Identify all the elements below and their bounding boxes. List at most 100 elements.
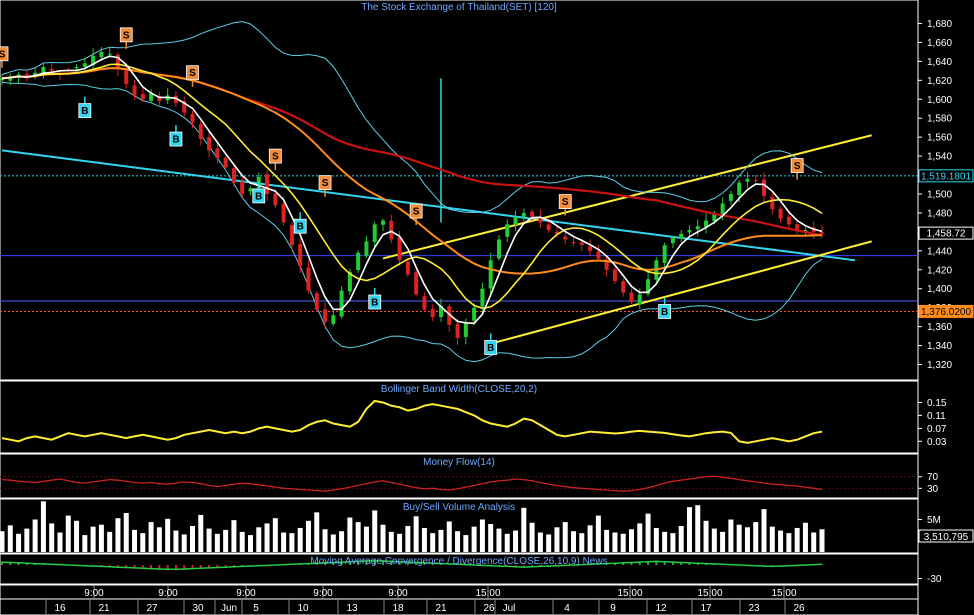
volume-panel[interactable]: Buy/Sell Volume Analysis 5M 3,510,795 — [0, 498, 974, 554]
volume-bar — [231, 520, 237, 552]
candle-body — [463, 322, 468, 337]
volume-bar — [720, 531, 726, 552]
volume-bar — [40, 501, 46, 552]
volume-bar — [413, 516, 419, 552]
candle-body — [621, 281, 626, 293]
volume-bar — [786, 533, 792, 552]
volume-bar — [579, 533, 585, 552]
volume-bar — [305, 520, 311, 552]
bbw-y-tick-label: 0.15 — [927, 398, 947, 409]
candle-body — [314, 293, 319, 310]
candle-body — [356, 252, 361, 271]
bbw-panel[interactable]: Bollinger Band Width(CLOSE,20,2) 0.150.1… — [0, 380, 947, 454]
volume-bar — [7, 525, 13, 552]
candle-body — [786, 216, 791, 225]
mfi-panel-title: Money Flow(14) — [423, 457, 495, 468]
x-date-label: 4 — [564, 603, 570, 614]
price-y-tick-label: 1,500 — [927, 190, 952, 201]
candle-body — [728, 194, 733, 201]
volume-bar — [620, 533, 626, 552]
sell-signal-label: S — [322, 178, 329, 189]
price-y-tick-label: 1,540 — [927, 152, 952, 163]
buy-signal-label: B — [297, 222, 304, 233]
candle-body — [82, 63, 87, 67]
volume-bar — [678, 526, 684, 552]
candle-body — [298, 244, 303, 266]
buy-signal-label: B — [371, 298, 378, 309]
candle-body — [124, 70, 129, 85]
mfi-panel[interactable]: Money Flow(14) 7030 — [0, 453, 939, 499]
x-date-label: 23 — [748, 603, 760, 614]
candle-body — [430, 309, 435, 318]
candle-body — [737, 182, 742, 196]
volume-bar — [0, 531, 5, 552]
volume-bar — [811, 532, 817, 552]
volume-panel-title: Buy/Sell Volume Analysis — [403, 502, 515, 513]
volume-bar — [529, 522, 535, 552]
candle-body — [132, 85, 137, 96]
candle-body — [265, 174, 270, 194]
x-date-label: 27 — [146, 603, 158, 614]
candle-body — [107, 53, 112, 55]
candle-body — [513, 216, 518, 225]
volume-bar — [132, 529, 138, 552]
candle-body — [99, 51, 104, 58]
candle-body — [505, 224, 510, 237]
volume-bar — [297, 527, 303, 552]
price-panel[interactable]: The Stock Exchange of Thailand(SET) [120… — [0, 0, 974, 381]
candle-body — [662, 245, 667, 263]
volume-bar — [504, 533, 510, 552]
candle-body — [770, 196, 775, 210]
volume-bar — [819, 529, 825, 552]
bbw-y-tick-label: 0.07 — [927, 424, 947, 435]
volume-bar — [322, 529, 328, 552]
volume-bar — [778, 530, 784, 552]
candle-body — [198, 124, 203, 140]
price-y-tick-label: 1,440 — [927, 246, 952, 257]
volume-bar — [645, 513, 651, 552]
bbw-panel-title: Bollinger Band Width(CLOSE,20,2) — [381, 384, 537, 395]
volume-bar — [761, 509, 767, 552]
mfi-y-tick-label: 30 — [927, 484, 939, 495]
candle-body — [546, 224, 551, 230]
candle-body — [381, 220, 386, 225]
mfi-y-axis: 7030 — [918, 472, 939, 495]
volume-bar — [330, 534, 336, 552]
sell-signal-label: S — [123, 30, 130, 41]
candle-body — [389, 220, 394, 240]
candle-body — [331, 315, 336, 324]
volume-bar — [289, 533, 295, 552]
x-date-label: 18 — [392, 603, 404, 614]
x-date-label: 26 — [793, 603, 805, 614]
x-date-label: 13 — [346, 603, 358, 614]
candle-body — [405, 261, 410, 275]
x-date-label: 30 — [192, 603, 204, 614]
volume-bar — [537, 532, 543, 552]
volume-bar — [140, 533, 146, 552]
volume-bar — [595, 515, 601, 552]
volume-bar — [24, 528, 30, 552]
x-axis: 9:00 9:00 9:00 9:00 9:00 15:00 15:00 15:00 15:00… — [0, 584, 919, 615]
volume-bar — [16, 533, 22, 552]
stock-chart[interactable]: The Stock Exchange of Thailand(SET) [120… — [0, 0, 974, 615]
volume-bar — [736, 524, 742, 552]
macd-panel[interactable]: Moving Average Convergence / Divergence(… — [0, 553, 942, 585]
macd-y-axis: -30 — [918, 574, 942, 585]
volume-bar — [264, 523, 270, 552]
x-time-label: 9:00 — [313, 588, 333, 599]
x-time-label: 15:00 — [475, 588, 500, 599]
x-time-label: 9:00 — [158, 588, 178, 599]
x-date-label: 9 — [610, 603, 616, 614]
candle-body — [820, 232, 824, 234]
sell-signal-label: S — [562, 197, 569, 208]
volume-bar — [49, 523, 55, 552]
x-time-label: 15:00 — [697, 588, 722, 599]
volume-bar — [728, 519, 734, 552]
volume-bar — [115, 518, 121, 552]
candle-body — [629, 292, 634, 302]
candle-body — [306, 267, 311, 291]
volume-bar — [206, 528, 212, 552]
candle-body — [695, 226, 700, 230]
volume-bar — [256, 527, 262, 552]
macd-y-tick-label: -30 — [927, 574, 942, 585]
